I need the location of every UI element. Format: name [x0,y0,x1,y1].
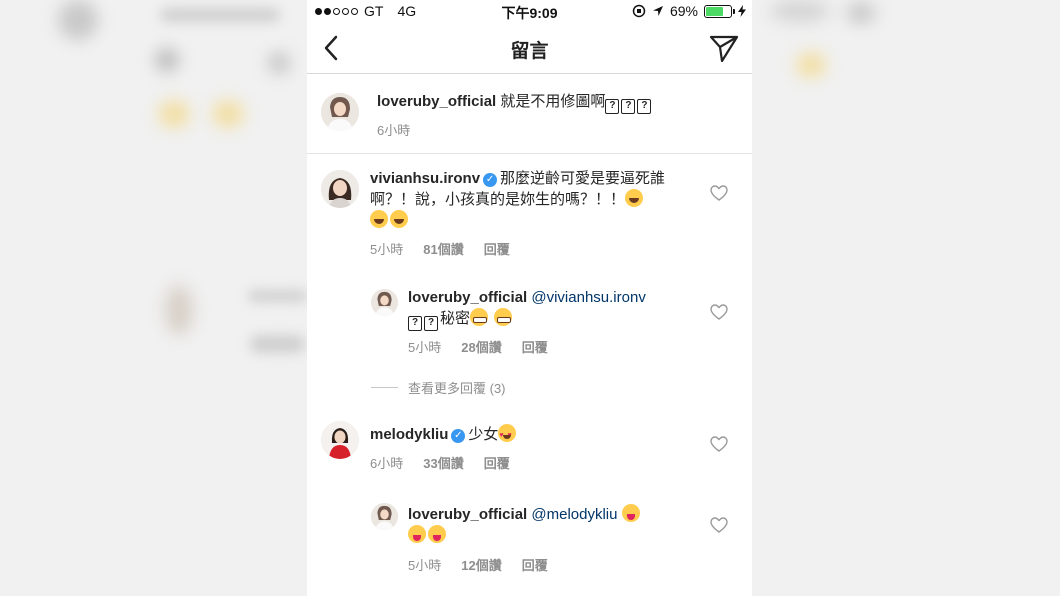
post-caption: loveruby_official 就是不用修圖啊??? 6小時 [307,75,752,154]
status-bar: GT 4G 下午9:09 69% [307,0,752,22]
navigation-bar: 留言 [307,24,752,74]
comment-time: 6小時 [370,456,404,471]
battery-icon [704,4,735,18]
missing-glyph-icon: ? [605,99,620,114]
blurred-emoji [158,100,190,128]
caption-line: loveruby_official 就是不用修圖啊??? [377,91,653,114]
blurred-avatar [58,0,98,40]
grimace-emoji-icon [470,308,489,326]
view-more-replies[interactable]: 查看更多回覆 (3) [371,378,506,397]
comment-username[interactable]: vivianhsu.ironv [370,170,480,187]
likes-count[interactable]: 28個讚 [461,337,501,356]
battery-percent: 69% [669,3,698,19]
comment-username[interactable]: melodykliu [370,426,448,443]
avatar[interactable] [321,421,359,459]
missing-glyph-icon: ? [637,99,652,114]
heart-outline-icon[interactable] [710,436,728,452]
reply-button[interactable]: 回覆 [522,337,548,356]
blurred-emoji [796,52,826,78]
heart-eyes-emoji-icon [498,424,517,446]
rotation-lock-icon [632,4,646,18]
comment-body: 那麼逆齡可愛是要逼死誰 [500,170,666,187]
comment-body: 秘密 [440,310,471,327]
comment-time: 5小時 [408,340,442,355]
missing-glyph-icon: ? [621,99,636,114]
comment-body: 啊？！說，小孩真的是妳生的嗎？！！ [370,191,626,208]
blurred-emoji [212,100,244,128]
blurred-icon [846,2,876,24]
avatar[interactable] [371,503,398,530]
tongue-emoji-icon [408,525,426,543]
reply-button[interactable]: 回覆 [484,453,510,472]
blurred-text [248,290,308,302]
heart-outline-icon[interactable] [710,304,728,320]
location-icon [652,6,663,16]
phone-screen: GT 4G 下午9:09 69% 留言 loveruby_official 就是… [307,0,752,596]
avatar[interactable] [371,289,398,316]
heart-outline-icon[interactable] [710,517,728,533]
comment-body: 少女 [468,426,499,443]
comment-time: 5小時 [408,558,442,573]
blurred-avatar [165,285,193,335]
blurred-text [160,8,280,22]
likes-count[interactable]: 12個讚 [461,555,501,574]
comment-text: vivianhsu.ironv ✓ 那麼逆齡可愛是要逼死誰 啊？！說，小孩真的是妳生… [370,168,700,231]
likes-count[interactable]: 81個讚 [423,239,463,258]
mention-link[interactable]: @melodykliu [531,506,617,523]
paper-plane-icon[interactable] [708,34,740,64]
blurred-icon [155,48,179,72]
charging-icon [738,5,746,17]
blurred-text [770,0,830,22]
comment-username[interactable]: loveruby_official [408,506,527,523]
comment-text: melodykliu ✓ 少女 [370,424,518,446]
missing-glyph-icon: ? [424,316,438,331]
reply-button[interactable]: 回覆 [522,555,548,574]
verified-badge-icon: ✓ [451,429,466,443]
rofl-emoji-icon [625,189,644,207]
heart-outline-icon[interactable] [710,185,728,201]
caption-time: 6小時 [377,123,411,138]
avatar[interactable] [321,93,359,131]
comment-text: loveruby_official @melodykliu [408,504,698,546]
page-title: 留言 [510,41,549,62]
view-more-label[interactable]: 查看更多回覆 (3) [408,378,506,397]
divider [371,387,398,388]
missing-glyph-icon: ? [408,316,422,331]
avatar[interactable] [321,170,359,208]
rofl-emoji-icon [390,210,408,228]
likes-count[interactable]: 33個讚 [423,453,463,472]
tongue-emoji-icon [621,504,640,522]
blurred-icon [268,52,290,74]
mention-link[interactable]: @vivianhsu.ironv [531,289,645,306]
blurred-text [250,335,305,353]
rofl-emoji-icon [370,210,388,228]
grimace-emoji-icon [494,308,513,326]
comment-text: loveruby_official @vivianhsu.ironv ?? 秘密 [408,287,698,331]
tongue-emoji-icon [428,525,446,543]
caption-username[interactable]: loveruby_official [377,93,496,110]
comment-username[interactable]: loveruby_official [408,289,527,306]
reply-button[interactable]: 回覆 [484,239,510,258]
comment-time: 5小時 [370,242,404,257]
verified-badge-icon: ✓ [483,173,498,187]
caption-text: 就是不用修圖啊 [500,93,606,110]
